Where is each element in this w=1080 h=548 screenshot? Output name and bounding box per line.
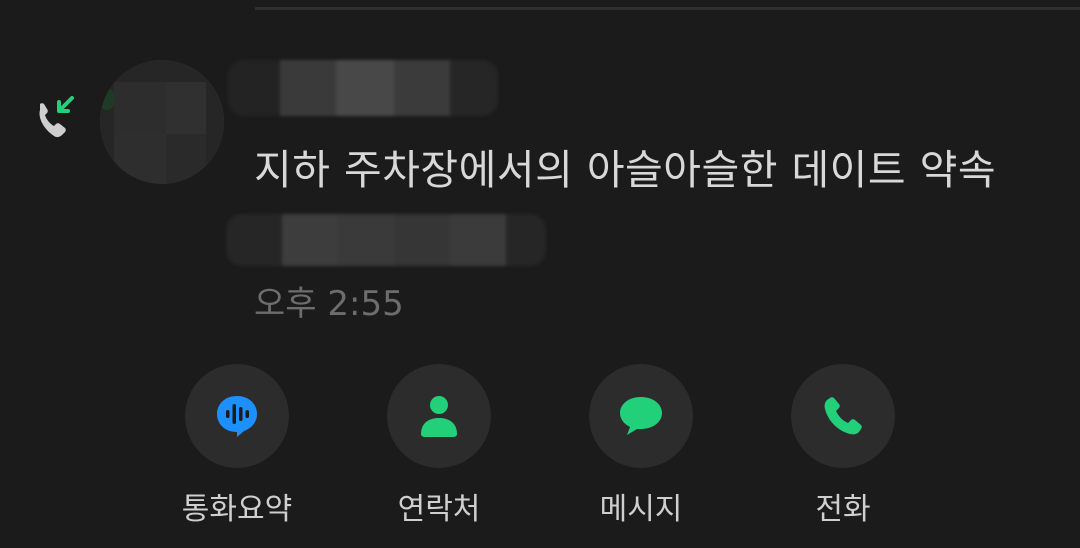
- call-button[interactable]: 전화: [778, 364, 908, 528]
- contact-name-redacted: [228, 60, 498, 116]
- avatar[interactable]: [100, 60, 224, 184]
- divider: [255, 7, 1080, 10]
- message-label: 메시지: [599, 492, 683, 527]
- call-summary-label: 통화요약: [181, 492, 293, 527]
- call-circle[interactable]: [791, 364, 895, 468]
- contact-label: 연락처: [397, 492, 481, 527]
- call-time: 오후 2:55: [254, 284, 404, 324]
- call-label: 전화: [815, 492, 871, 527]
- message-button[interactable]: 메시지: [576, 364, 706, 528]
- phone-icon: [824, 397, 862, 435]
- call-title: 지하 주차장에서의 아슬아슬한 데이트 약속: [254, 146, 997, 194]
- call-summary-circle[interactable]: [185, 364, 289, 468]
- contact-number-redacted: [226, 214, 546, 266]
- message-bubble-icon: [620, 397, 662, 435]
- contact-person-icon: [421, 396, 457, 437]
- call-summary-button[interactable]: 통화요약: [172, 364, 302, 528]
- contact-button[interactable]: 연락처: [374, 364, 504, 528]
- message-circle[interactable]: [589, 364, 693, 468]
- call-summary-icon: [217, 396, 257, 437]
- incoming-call-icon: [34, 94, 82, 140]
- contact-circle[interactable]: [387, 364, 491, 468]
- call-detail-screen: 지하 주차장에서의 아슬아슬한 데이트 약속 오후 2:55 통화요약 연락처 …: [0, 0, 1080, 548]
